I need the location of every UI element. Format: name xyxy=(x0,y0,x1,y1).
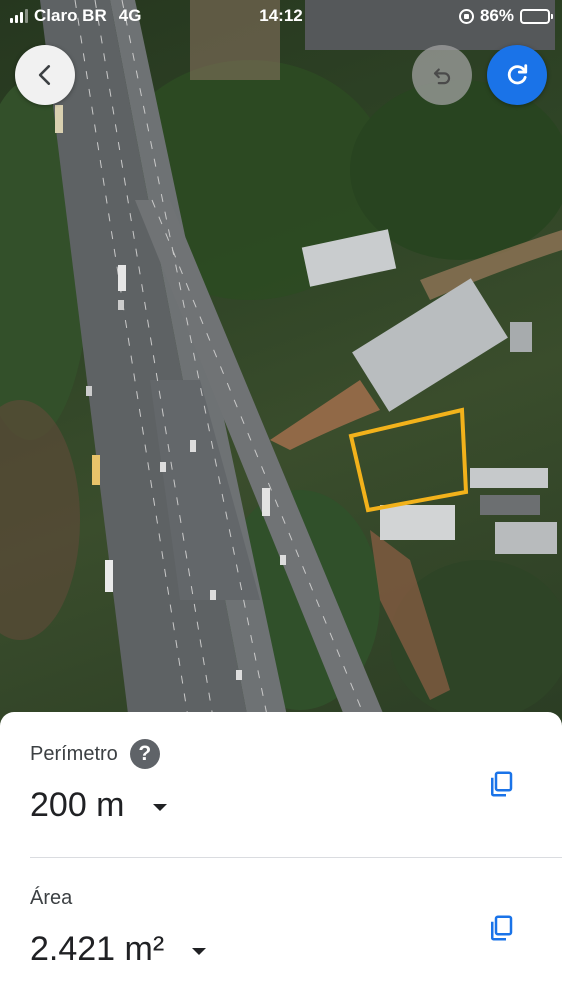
perimeter-value: 200 m xyxy=(30,785,125,824)
redo-button[interactable] xyxy=(487,45,547,105)
measured-area-boundary[interactable] xyxy=(348,407,469,513)
undo-icon xyxy=(433,68,451,85)
status-bar: Claro BR 4G 14:12 86% xyxy=(0,0,562,34)
battery-icon xyxy=(520,8,553,24)
area-label: Área xyxy=(30,886,73,909)
battery-percent: 86% xyxy=(479,6,514,25)
copy-icon[interactable] xyxy=(486,769,516,799)
perimeter-unit-dropdown[interactable]: 200 m xyxy=(30,785,562,825)
status-right: 86% xyxy=(458,6,553,26)
undo-button[interactable] xyxy=(412,45,472,105)
perimeter-label: Perímetro xyxy=(30,742,118,765)
satellite-map[interactable] xyxy=(0,0,562,730)
satellite-imagery xyxy=(0,0,562,730)
area-value: 2.421 m² xyxy=(30,929,165,968)
measurement-sheet: Perímetro ? 200 m Área 2.421 m² xyxy=(0,712,562,1000)
area-section: Área 2.421 m² xyxy=(30,883,562,969)
perimeter-section: Perímetro ? 200 m xyxy=(30,739,562,825)
rotation-lock-icon xyxy=(458,8,474,24)
dropdown-arrow-icon xyxy=(152,803,167,811)
area-unit-dropdown[interactable]: 2.421 m² xyxy=(30,929,562,969)
redo-icon xyxy=(507,64,528,85)
arrow-back-icon xyxy=(38,65,51,85)
back-button[interactable] xyxy=(15,45,75,105)
divider xyxy=(30,857,562,858)
copy-icon[interactable] xyxy=(486,913,516,943)
dropdown-arrow-icon xyxy=(192,947,207,955)
help-icon[interactable]: ? xyxy=(129,739,160,769)
